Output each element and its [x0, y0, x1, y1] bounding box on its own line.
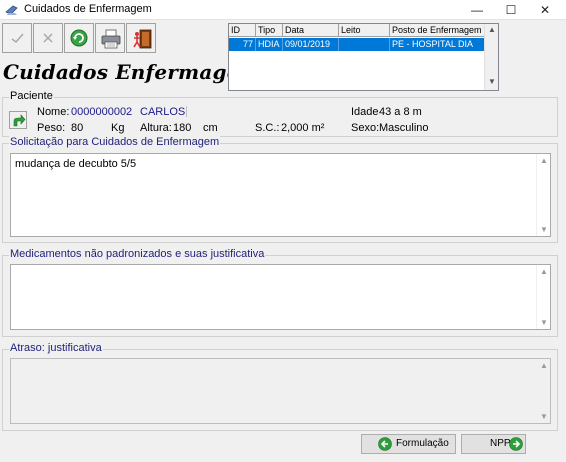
column-header[interactable]: Posto de Enfermagem [390, 24, 485, 37]
app-icon [5, 5, 18, 15]
cell-tipo: HDIA [256, 38, 283, 51]
patient-link-button[interactable] [9, 111, 27, 129]
scroll-down-icon[interactable]: ▼ [537, 225, 551, 234]
column-header[interactable]: Leito [339, 24, 390, 37]
window-title: Cuidados de Enfermagem [24, 3, 152, 15]
arrow-forward-icon [13, 114, 26, 127]
title-bar: Cuidados de Enfermagem — ☐ ✕ [0, 0, 566, 20]
body-surface-value: 2,000 m² [281, 122, 325, 134]
delay-scrollbar[interactable]: ▲ ▼ [536, 359, 550, 423]
minimize-button[interactable]: — [460, 0, 494, 20]
npp-label: NPP [490, 438, 511, 449]
height-unit: cm [203, 122, 218, 134]
medications-scrollbar[interactable]: ▲ ▼ [536, 265, 550, 329]
formulacao-label: Formulação [396, 438, 449, 449]
refresh-button[interactable] [64, 23, 94, 53]
cell-leito [339, 38, 390, 51]
scroll-down-icon[interactable]: ▼ [485, 77, 499, 86]
height-value: 180 [173, 122, 192, 134]
checkmark-icon [11, 33, 24, 44]
arrow-left-icon [378, 437, 392, 451]
cell-id: 77 [229, 38, 256, 51]
age-value: 43 a 8 m [379, 106, 422, 118]
sex-value: Masculino [379, 122, 429, 134]
height-label: Altura: [140, 122, 172, 134]
scroll-up-icon[interactable]: ▲ [537, 361, 551, 370]
cancel-button[interactable] [33, 23, 63, 53]
name-separator [186, 106, 187, 117]
cross-icon [43, 33, 53, 43]
request-text: mudança de decubto 5/5 [15, 158, 137, 170]
refresh-icon [70, 29, 88, 47]
scroll-up-icon[interactable]: ▲ [537, 267, 551, 276]
patient-legend: Paciente [9, 90, 54, 102]
scroll-up-icon[interactable]: ▲ [485, 25, 499, 34]
column-header[interactable]: Data [283, 24, 339, 37]
exit-button[interactable] [126, 23, 156, 53]
formulacao-button[interactable]: Formulação [361, 434, 456, 454]
cell-data: 09/01/2019 [283, 38, 339, 51]
maximize-button[interactable]: ☐ [494, 0, 528, 20]
records-grid[interactable]: ID Tipo Data Leito Posto de Enfermagem 7… [228, 23, 499, 91]
request-legend: Solicitação para Cuidados de Enfermagem [9, 136, 221, 148]
scroll-down-icon[interactable]: ▼ [537, 318, 551, 327]
weight-label: Peso: [37, 122, 66, 134]
page-title: Cuidados Enfermagem [3, 60, 261, 84]
weight-unit: Kg [111, 122, 125, 134]
body-surface-label: S.C.: [255, 122, 280, 134]
column-header[interactable]: Tipo [256, 24, 283, 37]
table-row[interactable]: 77 HDIA 09/01/2019 PE - HOSPITAL DIA [229, 38, 485, 51]
sex-label: Sexo: [351, 122, 380, 134]
close-button[interactable]: ✕ [528, 0, 562, 20]
name-label: Nome: [37, 106, 70, 118]
cell-posto: PE - HOSPITAL DIA [392, 39, 474, 49]
npp-button[interactable]: NPP [461, 434, 526, 454]
grid-scrollbar[interactable]: ▲ ▼ [484, 24, 498, 90]
arrow-right-icon [509, 437, 523, 451]
exit-door-icon [133, 29, 152, 49]
patient-name: CARLOS [140, 106, 186, 118]
column-header[interactable]: ID [229, 24, 256, 37]
medications-legend: Medicamentos não padronizados e suas jus… [9, 248, 266, 260]
delay-legend: Atraso: justificativa [9, 342, 103, 354]
confirm-button[interactable] [2, 23, 32, 53]
age-label: Idade [351, 106, 379, 118]
patient-id: 0000000002 [71, 106, 133, 118]
scroll-down-icon[interactable]: ▼ [537, 412, 551, 421]
request-textarea[interactable]: mudança de decubto 5/5 ▲ ▼ [10, 153, 551, 237]
weight-value: 80 [71, 122, 84, 134]
printer-icon [101, 29, 121, 49]
print-button[interactable] [95, 23, 125, 53]
grid-header: ID Tipo Data Leito Posto de Enfermagem [229, 24, 485, 37]
request-scrollbar[interactable]: ▲ ▼ [536, 154, 550, 236]
medications-textarea[interactable]: ▲ ▼ [10, 264, 551, 330]
delay-textarea[interactable]: ▲ ▼ [10, 358, 551, 424]
scroll-up-icon[interactable]: ▲ [537, 156, 551, 165]
